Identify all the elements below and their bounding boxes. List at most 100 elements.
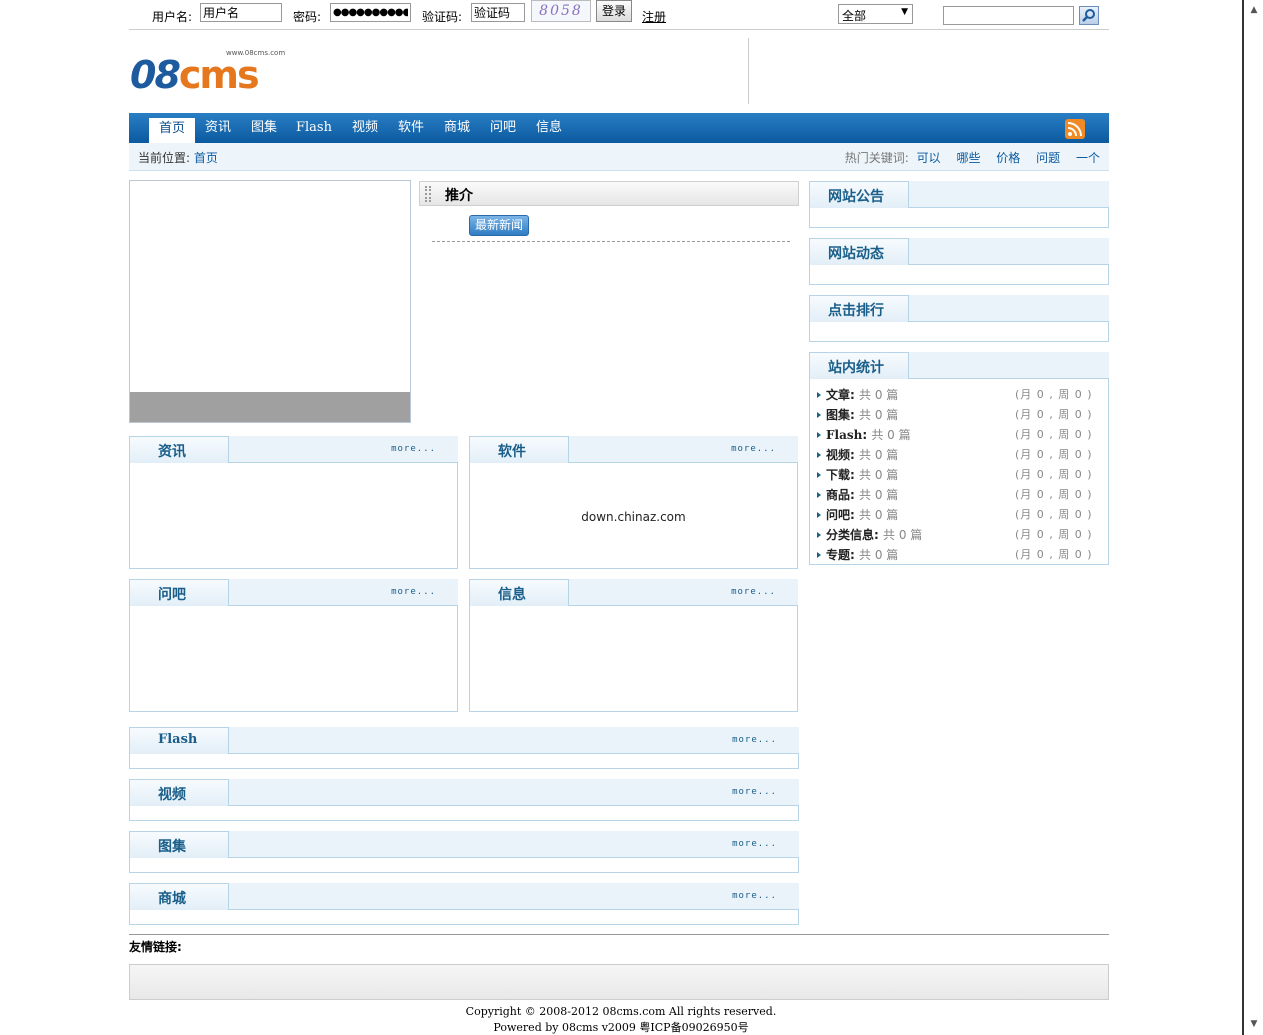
search-icon: [1082, 9, 1095, 22]
triangle-icon: [817, 492, 821, 498]
triangle-icon: [817, 452, 821, 458]
module-software-content: down.chinaz.com: [581, 510, 686, 524]
module-software: 软件 more... down.chinaz.com: [469, 436, 798, 569]
module-info: 信息 more...: [469, 579, 798, 712]
module-ask: 问吧 more...: [129, 579, 458, 712]
breadcrumb-home-link[interactable]: 首页: [194, 151, 218, 165]
nav-item-flash[interactable]: Flash: [292, 119, 336, 143]
chevron-down-icon: ▼: [901, 7, 908, 17]
breadcrumb-location: 当前位置: 首页: [138, 151, 218, 165]
logo-wordmark: 08CMS: [130, 53, 260, 97]
captcha-image[interactable]: 8058: [531, 0, 591, 22]
password-input[interactable]: [330, 3, 411, 22]
footer-divider: [129, 934, 1109, 935]
sidebar-ranking: 点击排行: [809, 295, 1109, 342]
category-select[interactable]: 全部 ▼: [838, 4, 913, 24]
hot-keyword-link[interactable]: 哪些: [956, 151, 980, 165]
search-button[interactable]: [1079, 6, 1099, 25]
recommend-header: 推介: [419, 181, 799, 206]
more-link[interactable]: more...: [732, 735, 777, 745]
hot-keywords-label: 热门关键词:: [844, 151, 909, 165]
triangle-icon: [817, 392, 821, 398]
stats-list: 文章: 共 0 篇 (月 0 , 周 0 ) 图集: 共 0 篇 (月 0 , 周 …: [817, 385, 1101, 565]
triangle-icon: [817, 472, 821, 478]
stats-row: 视频: 共 0 篇 (月 0 , 周 0 ): [817, 445, 1101, 465]
more-link[interactable]: more...: [391, 587, 436, 597]
hot-keyword-link[interactable]: 问题: [1036, 151, 1060, 165]
more-link[interactable]: more...: [732, 787, 777, 797]
nav-item-info[interactable]: 信息: [530, 119, 568, 143]
module-gallery-title: 图集: [158, 839, 186, 855]
username-label: 用户名:: [152, 10, 193, 24]
more-link[interactable]: more...: [391, 444, 436, 454]
module-shop: 商城 more...: [129, 883, 799, 925]
site-logo[interactable]: www.08cms.com 08CMS: [130, 49, 300, 99]
module-gallery: 图集 more...: [129, 831, 799, 873]
search-input[interactable]: [943, 6, 1074, 25]
scroll-up-icon[interactable]: ▲: [1248, 4, 1260, 16]
vertical-scrollbar[interactable]: ▲ ▼: [1242, 0, 1263, 1035]
module-ask-title: 问吧: [158, 587, 186, 603]
friend-links-title: 友情链接:: [129, 940, 182, 954]
hot-keyword-link[interactable]: 可以: [917, 151, 941, 165]
module-software-title: 软件: [498, 444, 526, 460]
triangle-icon: [817, 532, 821, 538]
category-selected-value: 全部: [842, 9, 867, 23]
sidebar-dynamics-title: 网站动态: [828, 246, 884, 262]
recommend-title: 推介: [445, 188, 473, 204]
sidebar-stats: 站内统计 文章: 共 0 篇 (月 0 , 周 0 ) 图集: 共 0 篇 (月 0…: [809, 352, 1109, 565]
more-link[interactable]: more...: [731, 444, 776, 454]
breadcrumb: 当前位置: 首页 热门关键词: 可以 哪些 价格 问题 一个: [129, 143, 1109, 171]
latest-news-button[interactable]: 最新新闻: [469, 215, 529, 236]
module-info-title: 信息: [498, 587, 526, 603]
sidebar-notice: 网站公告: [809, 181, 1109, 228]
module-news-title: 资讯: [158, 444, 186, 460]
sidebar-notice-title: 网站公告: [828, 189, 884, 205]
stats-row: 商品: 共 0 篇 (月 0 , 周 0 ): [817, 485, 1101, 505]
register-link[interactable]: 注册: [642, 8, 666, 25]
friend-links-box: [129, 964, 1109, 1000]
stats-row: 图集: 共 0 篇 (月 0 , 周 0 ): [817, 405, 1101, 425]
username-input[interactable]: [200, 3, 282, 22]
grip-icon: [425, 186, 431, 202]
hot-keyword-link[interactable]: 价格: [996, 151, 1020, 165]
hot-keywords: 热门关键词: 可以 哪些 价格 问题 一个: [845, 149, 1100, 166]
powered-by-text: Powered by 08cms v2009 粤ICP备09026950号: [493, 1021, 749, 1034]
stats-row: 问吧: 共 0 篇 (月 0 , 周 0 ): [817, 505, 1101, 525]
captcha-label: 验证码:: [422, 10, 463, 24]
stats-row: 分类信息: 共 0 篇 (月 0 , 周 0 ): [817, 525, 1101, 545]
nav-item-video[interactable]: 视频: [346, 119, 384, 143]
nav-item-gallery[interactable]: 图集: [245, 119, 283, 143]
module-news: 资讯 more...: [129, 436, 458, 569]
stats-row: Flash: 共 0 篇 (月 0 , 周 0 ): [817, 425, 1101, 445]
captcha-input[interactable]: [471, 3, 525, 22]
nav-item-shop[interactable]: 商城: [438, 119, 476, 143]
sidebar-stats-title: 站内统计: [828, 360, 884, 376]
slideshow-caption-bar: [130, 392, 410, 422]
header-divider: [748, 38, 749, 104]
nav-item-news[interactable]: 资讯: [199, 119, 237, 143]
hot-keyword-link[interactable]: 一个: [1076, 151, 1100, 165]
module-video: 视频 more...: [129, 779, 799, 821]
module-flash-title: Flash: [158, 732, 198, 747]
triangle-icon: [817, 412, 821, 418]
more-link[interactable]: more...: [732, 839, 777, 849]
focus-slideshow[interactable]: [129, 180, 411, 423]
more-link[interactable]: more...: [732, 891, 777, 901]
scroll-down-icon[interactable]: ▼: [1248, 1018, 1260, 1030]
stats-row: 专题: 共 0 篇 (月 0 , 周 0 ): [817, 545, 1101, 565]
dashed-divider: [432, 241, 790, 242]
rss-icon[interactable]: [1065, 119, 1085, 139]
more-link[interactable]: more...: [731, 587, 776, 597]
top-login-bar: 用户名: 密码: 验证码: 8058 登录 注册 全部 ▼: [129, 0, 1109, 30]
stats-row: 下载: 共 0 篇 (月 0 , 周 0 ): [817, 465, 1101, 485]
triangle-icon: [817, 552, 821, 558]
nav-item-software[interactable]: 软件: [392, 119, 430, 143]
stats-row: 文章: 共 0 篇 (月 0 , 周 0 ): [817, 385, 1101, 405]
nav-item-ask[interactable]: 问吧: [484, 119, 522, 143]
login-button[interactable]: 登录: [596, 0, 632, 22]
triangle-icon: [817, 512, 821, 518]
nav-item-home[interactable]: 首页: [149, 118, 195, 143]
triangle-icon: [817, 432, 821, 438]
sidebar-dynamics: 网站动态: [809, 238, 1109, 285]
